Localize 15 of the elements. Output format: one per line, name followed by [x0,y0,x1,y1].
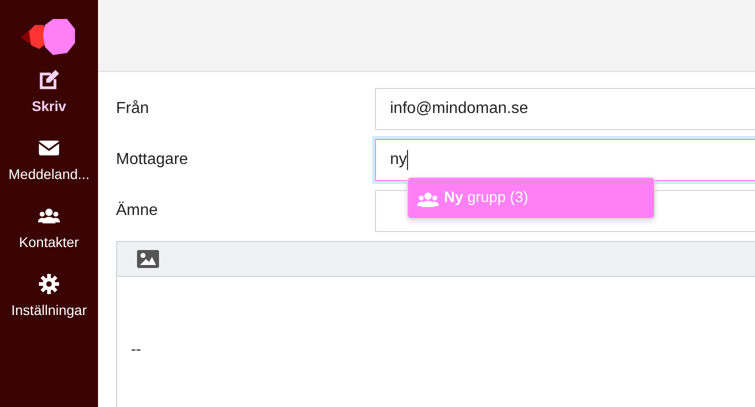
edit-icon [38,69,60,91]
input-field[interactable]: info@mindoman.se [375,88,755,130]
nav-item[interactable]: Kontakter [19,205,79,253]
field-label: Ämne [115,200,159,221]
nav-item[interactable]: Inställningar [11,273,87,321]
field-label: Från [115,99,150,119]
input-field[interactable]: ny [375,139,755,181]
nav-item[interactable]: Skriv [32,69,66,117]
settings-icon [38,273,60,295]
editor[interactable]: -- [116,241,755,407]
image-icon[interactable] [137,250,159,268]
editor-text: -- [131,340,141,360]
field-label: Mottagare [115,150,190,170]
logo-icon [21,19,77,55]
nav-item[interactable]: Meddeland... [8,137,90,185]
